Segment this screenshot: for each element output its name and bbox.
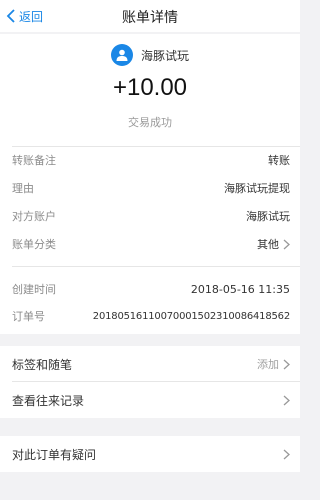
chevron-right-icon xyxy=(283,395,290,405)
detail-row-account: 对方账户 海豚试玩 xyxy=(12,206,290,226)
divider xyxy=(12,146,300,147)
chevron-right-icon xyxy=(283,359,290,369)
category-text: 其他 xyxy=(257,238,279,251)
list-item-right: 添加 xyxy=(257,356,290,372)
actions-list: 标签和随笔 添加 查看往来记录 xyxy=(0,346,300,418)
page-title: 账单详情 xyxy=(122,10,178,26)
detail-label: 账单分类 xyxy=(12,238,56,251)
list-item-label: 对此订单有疑问 xyxy=(12,447,97,462)
counterparty: 海豚试玩 xyxy=(0,44,300,66)
help-list: 对此订单有疑问 xyxy=(0,436,300,472)
list-item-right xyxy=(279,449,290,460)
detail-value: 海豚试玩 xyxy=(246,210,290,223)
list-item-label: 标签和随笔 xyxy=(12,357,73,372)
meta-label: 订单号 xyxy=(12,310,45,323)
view-history-item[interactable]: 查看往来记录 xyxy=(0,382,300,418)
list-item-right xyxy=(279,395,290,406)
order-question-item[interactable]: 对此订单有疑问 xyxy=(0,436,300,472)
detail-label: 理由 xyxy=(12,182,34,195)
avatar xyxy=(110,44,133,66)
meta-row-created: 创建时间 2018-05-16 11:35 xyxy=(12,279,290,299)
user-icon xyxy=(116,49,128,61)
detail-value: 转账 xyxy=(268,154,290,167)
status-text: 交易成功 xyxy=(128,116,172,129)
divider xyxy=(12,266,300,267)
category-value: 其他 xyxy=(257,236,290,252)
order-number: 20180516110070001502310086418562 xyxy=(92,310,290,322)
counterparty-name: 海豚试玩 xyxy=(140,48,189,63)
add-label: 添加 xyxy=(257,358,279,371)
detail-value: 海豚试玩提现 xyxy=(224,182,290,195)
created-time: 2018-05-16 11:35 xyxy=(190,282,290,296)
amount: +10.00 xyxy=(112,74,188,101)
detail-label: 对方账户 xyxy=(12,210,56,223)
list-item-label: 查看往来记录 xyxy=(12,393,85,408)
meta-row-order: 订单号 20180516110070001502310086418562 xyxy=(12,306,290,326)
detail-row-category[interactable]: 账单分类 其他 xyxy=(12,234,290,254)
chevron-right-icon xyxy=(283,449,290,459)
detail-row-reason: 理由 海豚试玩提现 xyxy=(12,178,290,198)
detail-label: 转账备注 xyxy=(12,154,56,167)
chevron-right-icon xyxy=(283,239,290,249)
meta-label: 创建时间 xyxy=(12,283,56,296)
bill-card: 海豚试玩 +10.00 交易成功 转账备注 转账 理由 海豚试玩提现 对方账户 … xyxy=(0,34,300,334)
nav-bar: 返回 账单详情 xyxy=(0,0,300,32)
detail-row-remark: 转账备注 转账 xyxy=(12,150,290,170)
tags-notes-item[interactable]: 标签和随笔 添加 xyxy=(0,346,300,382)
